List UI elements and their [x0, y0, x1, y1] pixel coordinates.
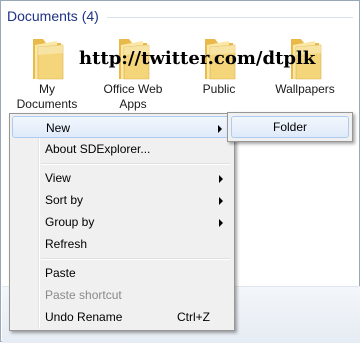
submenu-item-folder[interactable]: Folder: [231, 116, 349, 138]
menu-item-paste[interactable]: Paste: [12, 262, 232, 284]
file-label: Office Web Apps: [103, 82, 163, 111]
menu-item-new[interactable]: New: [12, 116, 232, 138]
menu-item-label: View: [45, 171, 71, 185]
menu-item-label: Group by: [45, 215, 95, 229]
submenu-arrow-icon: [219, 219, 223, 227]
new-submenu: Folder: [227, 112, 353, 142]
submenu-arrow-icon: [219, 175, 223, 183]
menu-separator: [41, 163, 230, 165]
menu-item-label: Paste shortcut: [45, 288, 122, 302]
watermark-text: http://twitter.com/dtplk: [79, 48, 316, 69]
group-title: Documents (4): [7, 8, 99, 24]
file-label: Public: [202, 82, 236, 96]
folder-item-wallpapers[interactable]: Wallpapers: [265, 31, 345, 115]
submenu-arrow-icon: [218, 125, 222, 133]
menu-item-label: Refresh: [45, 237, 88, 251]
context-menu: New About SDExplorer... View Sort by Gro…: [9, 113, 235, 331]
menu-item-undo-rename[interactable]: Undo Rename Ctrl+Z: [12, 306, 232, 328]
menu-item-label: About SDExplorer...: [45, 142, 151, 156]
menu-item-group-by[interactable]: Group by: [12, 211, 232, 233]
group-divider: [106, 16, 353, 18]
menu-item-label: Undo Rename: [45, 310, 123, 324]
menu-item-about[interactable]: About SDExplorer...: [12, 138, 232, 160]
menu-item-paste-shortcut: Paste shortcut: [12, 284, 232, 306]
folder-icon: [33, 39, 64, 80]
file-label: My Documents: [16, 82, 78, 111]
menu-item-label: Paste: [45, 266, 76, 280]
folder-item-office-web-apps[interactable]: Office Web Apps: [93, 31, 173, 115]
menu-item-label: New: [46, 121, 71, 135]
folder-item-public[interactable]: Public: [179, 31, 259, 115]
file-label: Wallpapers: [275, 82, 335, 96]
folder-item-my-documents[interactable]: My Documents: [7, 31, 87, 115]
menu-item-shortcut: Ctrl+Z: [177, 310, 210, 324]
menu-separator: [41, 258, 230, 260]
menu-item-label: Sort by: [45, 193, 84, 207]
menu-item-refresh[interactable]: Refresh: [12, 233, 232, 255]
submenu-arrow-icon: [219, 197, 223, 205]
menu-item-sort-by[interactable]: Sort by: [12, 189, 232, 211]
menu-item-view[interactable]: View: [12, 167, 232, 189]
group-header[interactable]: Documents (4): [7, 6, 353, 26]
